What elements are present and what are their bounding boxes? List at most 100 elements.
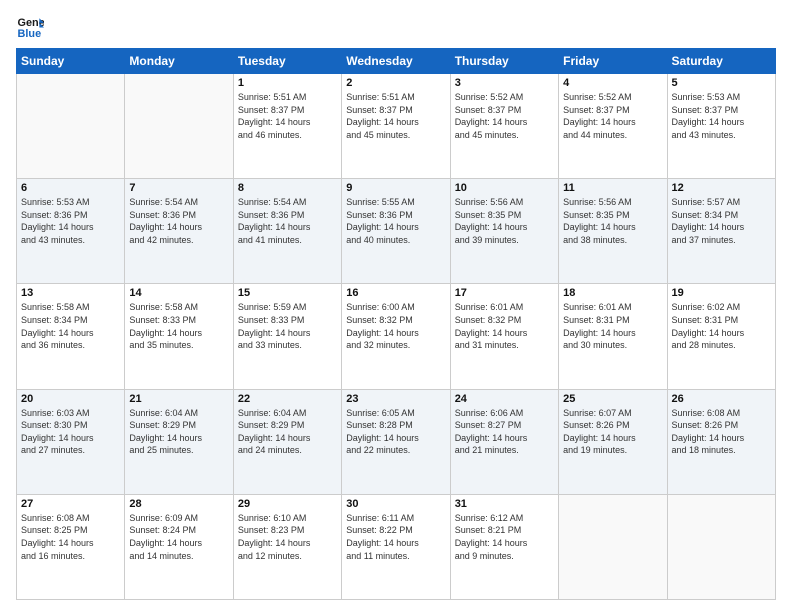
weekday-header-saturday: Saturday [667, 49, 775, 74]
weekday-header-sunday: Sunday [17, 49, 125, 74]
calendar-cell: 28Sunrise: 6:09 AM Sunset: 8:24 PM Dayli… [125, 494, 233, 599]
calendar-header-row: SundayMondayTuesdayWednesdayThursdayFrid… [17, 49, 776, 74]
day-number: 3 [455, 77, 554, 89]
weekday-header-thursday: Thursday [450, 49, 558, 74]
calendar-cell: 1Sunrise: 5:51 AM Sunset: 8:37 PM Daylig… [233, 74, 341, 179]
calendar-body: 1 Sunrise: 5:51 AM Sunset: 8:37 PM Daylig… [17, 74, 776, 600]
calendar-cell: 11 Sunrise: 5:56 AM Sunset: 8:35 PM Dayli… [559, 179, 667, 284]
day-number: 19 [672, 287, 771, 299]
day-number: 29 [238, 498, 337, 510]
calendar-cell: 17Sunrise: 6:01 AM Sunset: 8:32 PM Dayli… [450, 284, 558, 389]
cell-content: Sunrise: 5:56 AM Sunset: 8:35 PM Dayligh… [563, 196, 662, 246]
calendar-cell: 15 Sunrise: 5:59 AM Sunset: 8:33 PM Dayli… [233, 284, 341, 389]
calendar-week-4: 20 Sunrise: 6:03 AM Sunset: 8:30 PM Dayli… [17, 389, 776, 494]
calendar-cell: 21 Sunrise: 6:04 AM Sunset: 8:29 PM Dayli… [125, 389, 233, 494]
day-number: 27 [21, 498, 120, 510]
calendar-cell: 4Sunrise: 5:52 AM Sunset: 8:37 PM Daylig… [559, 74, 667, 179]
cell-content: Sunrise: 6:08 AM Sunset: 8:25 PM Dayligh… [21, 512, 120, 562]
calendar-cell: 22 Sunrise: 6:04 AM Sunset: 8:29 PM Dayli… [233, 389, 341, 494]
cell-content: Sunrise: 6:12 AM Sunset: 8:21 PM Dayligh… [455, 512, 554, 562]
cell-content: Sunrise: 6:04 AM Sunset: 8:29 PM Dayligh… [129, 407, 228, 457]
day-number: 11 [563, 182, 662, 194]
day-number: 14 [129, 287, 228, 299]
day-number: 31 [455, 498, 554, 510]
calendar-cell: 2Sunrise: 5:51 AM Sunset: 8:37 PM Daylig… [342, 74, 450, 179]
day-number: 6 [21, 182, 120, 194]
calendar-cell: 13 Sunrise: 5:58 AM Sunset: 8:34 PM Dayli… [17, 284, 125, 389]
calendar-cell [667, 494, 775, 599]
day-number: 30 [346, 498, 445, 510]
calendar-cell: 6Sunrise: 5:53 AM Sunset: 8:36 PM Daylig… [17, 179, 125, 284]
day-number: 28 [129, 498, 228, 510]
calendar-cell: 30Sunrise: 6:11 AM Sunset: 8:22 PM Dayli… [342, 494, 450, 599]
day-number: 26 [672, 393, 771, 405]
day-number: 25 [563, 393, 662, 405]
day-number: 24 [455, 393, 554, 405]
header: General Blue [16, 12, 776, 40]
calendar-week-1: 1 Sunrise: 5:51 AM Sunset: 8:37 PM Daylig… [17, 74, 776, 179]
logo: General Blue [16, 12, 48, 40]
weekday-header-wednesday: Wednesday [342, 49, 450, 74]
calendar-cell: 7 Sunrise: 5:54 AM Sunset: 8:36 PM Daylig… [125, 179, 233, 284]
cell-content: Sunrise: 5:55 AM Sunset: 8:36 PM Dayligh… [346, 196, 445, 246]
calendar-cell: 3 Sunrise: 5:52 AM Sunset: 8:37 PM Daylig… [450, 74, 558, 179]
calendar-week-2: 6Sunrise: 5:53 AM Sunset: 8:36 PM Daylig… [17, 179, 776, 284]
cell-content: Sunrise: 5:53 AM Sunset: 8:37 PM Dayligh… [672, 91, 771, 141]
day-number: 23 [346, 393, 445, 405]
cell-content: Sunrise: 6:00 AM Sunset: 8:32 PM Dayligh… [346, 301, 445, 351]
calendar-cell: 10Sunrise: 5:56 AM Sunset: 8:35 PM Dayli… [450, 179, 558, 284]
day-number: 22 [238, 393, 337, 405]
calendar-cell [125, 74, 233, 179]
calendar-cell: 20 Sunrise: 6:03 AM Sunset: 8:30 PM Dayli… [17, 389, 125, 494]
cell-content: Sunrise: 5:57 AM Sunset: 8:34 PM Dayligh… [672, 196, 771, 246]
day-number: 16 [346, 287, 445, 299]
calendar-cell: 26 Sunrise: 6:08 AM Sunset: 8:26 PM Dayli… [667, 389, 775, 494]
page: General Blue SundayMondayTuesdayWednesda… [0, 0, 792, 612]
cell-content: Sunrise: 6:01 AM Sunset: 8:31 PM Dayligh… [563, 301, 662, 351]
cell-content: Sunrise: 5:59 AM Sunset: 8:33 PM Dayligh… [238, 301, 337, 351]
cell-content: Sunrise: 5:58 AM Sunset: 8:34 PM Dayligh… [21, 301, 120, 351]
calendar-cell: 16 Sunrise: 6:00 AM Sunset: 8:32 PM Dayli… [342, 284, 450, 389]
calendar: SundayMondayTuesdayWednesdayThursdayFrid… [16, 48, 776, 600]
cell-content: Sunrise: 5:51 AM Sunset: 8:37 PM Dayligh… [346, 91, 445, 141]
cell-content: Sunrise: 6:07 AM Sunset: 8:26 PM Dayligh… [563, 407, 662, 457]
cell-content: Sunrise: 6:08 AM Sunset: 8:26 PM Dayligh… [672, 407, 771, 457]
logo-icon: General Blue [16, 12, 44, 40]
calendar-cell: 27 Sunrise: 6:08 AM Sunset: 8:25 PM Dayli… [17, 494, 125, 599]
day-number: 8 [238, 182, 337, 194]
svg-text:Blue: Blue [18, 28, 42, 40]
cell-content: Sunrise: 6:03 AM Sunset: 8:30 PM Dayligh… [21, 407, 120, 457]
calendar-cell: 5 Sunrise: 5:53 AM Sunset: 8:37 PM Daylig… [667, 74, 775, 179]
day-number: 15 [238, 287, 337, 299]
calendar-cell: 19 Sunrise: 6:02 AM Sunset: 8:31 PM Dayli… [667, 284, 775, 389]
day-number: 5 [672, 77, 771, 89]
cell-content: Sunrise: 5:54 AM Sunset: 8:36 PM Dayligh… [129, 196, 228, 246]
cell-content: Sunrise: 6:02 AM Sunset: 8:31 PM Dayligh… [672, 301, 771, 351]
calendar-cell: 9 Sunrise: 5:55 AM Sunset: 8:36 PM Daylig… [342, 179, 450, 284]
day-number: 1 [238, 77, 337, 89]
cell-content: Sunrise: 5:52 AM Sunset: 8:37 PM Dayligh… [563, 91, 662, 141]
day-number: 7 [129, 182, 228, 194]
weekday-header-friday: Friday [559, 49, 667, 74]
calendar-cell: 12 Sunrise: 5:57 AM Sunset: 8:34 PM Dayli… [667, 179, 775, 284]
day-number: 9 [346, 182, 445, 194]
calendar-cell: 29Sunrise: 6:10 AM Sunset: 8:23 PM Dayli… [233, 494, 341, 599]
calendar-cell [17, 74, 125, 179]
cell-content: Sunrise: 5:56 AM Sunset: 8:35 PM Dayligh… [455, 196, 554, 246]
calendar-cell: 31 Sunrise: 6:12 AM Sunset: 8:21 PM Dayli… [450, 494, 558, 599]
cell-content: Sunrise: 5:52 AM Sunset: 8:37 PM Dayligh… [455, 91, 554, 141]
day-number: 18 [563, 287, 662, 299]
day-number: 12 [672, 182, 771, 194]
cell-content: Sunrise: 6:04 AM Sunset: 8:29 PM Dayligh… [238, 407, 337, 457]
day-number: 13 [21, 287, 120, 299]
calendar-cell: 24 Sunrise: 6:06 AM Sunset: 8:27 PM Dayli… [450, 389, 558, 494]
calendar-cell: 18 Sunrise: 6:01 AM Sunset: 8:31 PM Dayli… [559, 284, 667, 389]
cell-content: Sunrise: 5:58 AM Sunset: 8:33 PM Dayligh… [129, 301, 228, 351]
day-number: 21 [129, 393, 228, 405]
day-number: 20 [21, 393, 120, 405]
cell-content: Sunrise: 6:06 AM Sunset: 8:27 PM Dayligh… [455, 407, 554, 457]
calendar-cell: 23Sunrise: 6:05 AM Sunset: 8:28 PM Dayli… [342, 389, 450, 494]
calendar-cell [559, 494, 667, 599]
weekday-header-tuesday: Tuesday [233, 49, 341, 74]
calendar-cell: 25 Sunrise: 6:07 AM Sunset: 8:26 PM Dayli… [559, 389, 667, 494]
